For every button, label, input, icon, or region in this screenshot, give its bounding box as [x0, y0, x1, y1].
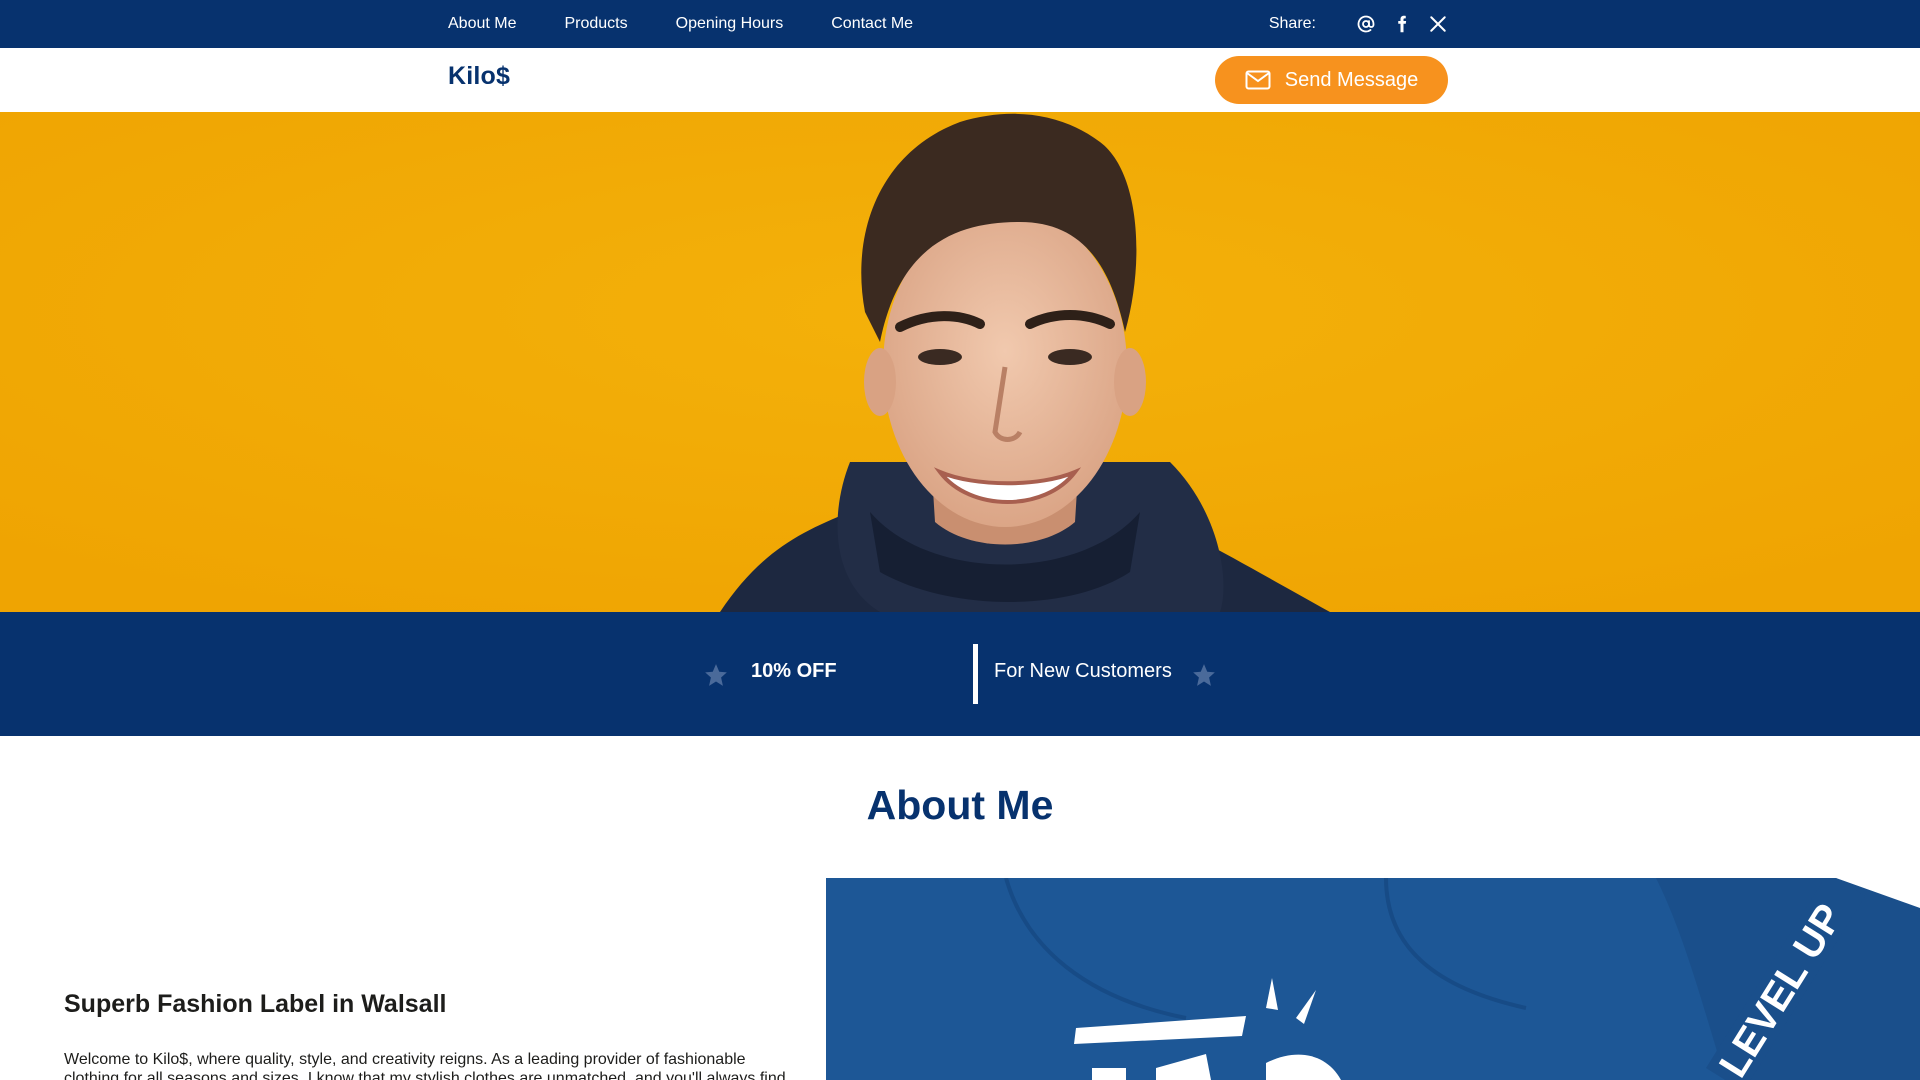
promo-new-customers: For New Customers [994, 660, 1172, 682]
star-icon [1191, 662, 1217, 688]
mail-icon [1245, 70, 1271, 90]
share-bar: Share: [1269, 0, 1448, 48]
send-message-label: Send Message [1284, 68, 1419, 91]
hero-image [0, 112, 1920, 612]
sweatshirt-illustration: LEVEL UP [826, 878, 1920, 1080]
promo-discount: 10% OFF [751, 660, 837, 682]
main-nav: About Me Products Opening Hours Contact … [448, 0, 961, 48]
promo-divider [973, 644, 978, 704]
about-title: About Me [866, 782, 1054, 828]
nav-link-products[interactable]: Products [564, 15, 627, 33]
nav-link-opening-hours[interactable]: Opening Hours [676, 15, 784, 33]
site-header: Kilo$ Send Message [0, 48, 1920, 112]
share-label: Share: [1268, 15, 1316, 32]
about-image: LEVEL UP [826, 878, 1920, 1080]
about-text: Welcome to Kilo$, where quality, style, … [64, 1051, 786, 1080]
at-icon[interactable] [1356, 14, 1376, 34]
send-message-button[interactable]: Send Message [1215, 56, 1448, 104]
nav-link-about-me[interactable]: About Me [448, 15, 516, 33]
nav-link-contact-me[interactable]: Contact Me [831, 15, 913, 33]
star-icon [703, 662, 729, 688]
x-icon[interactable] [1428, 14, 1448, 34]
facebook-icon[interactable] [1392, 14, 1412, 34]
top-nav-bar: About Me Products Opening Hours Contact … [0, 0, 1920, 48]
promo-bar: 10% OFF For New Customers [0, 612, 1920, 736]
logo[interactable]: Kilo$ [448, 62, 510, 91]
hero-person-illustration [0, 112, 1920, 612]
about-subtitle: Superb Fashion Label in Walsall [64, 990, 447, 1018]
